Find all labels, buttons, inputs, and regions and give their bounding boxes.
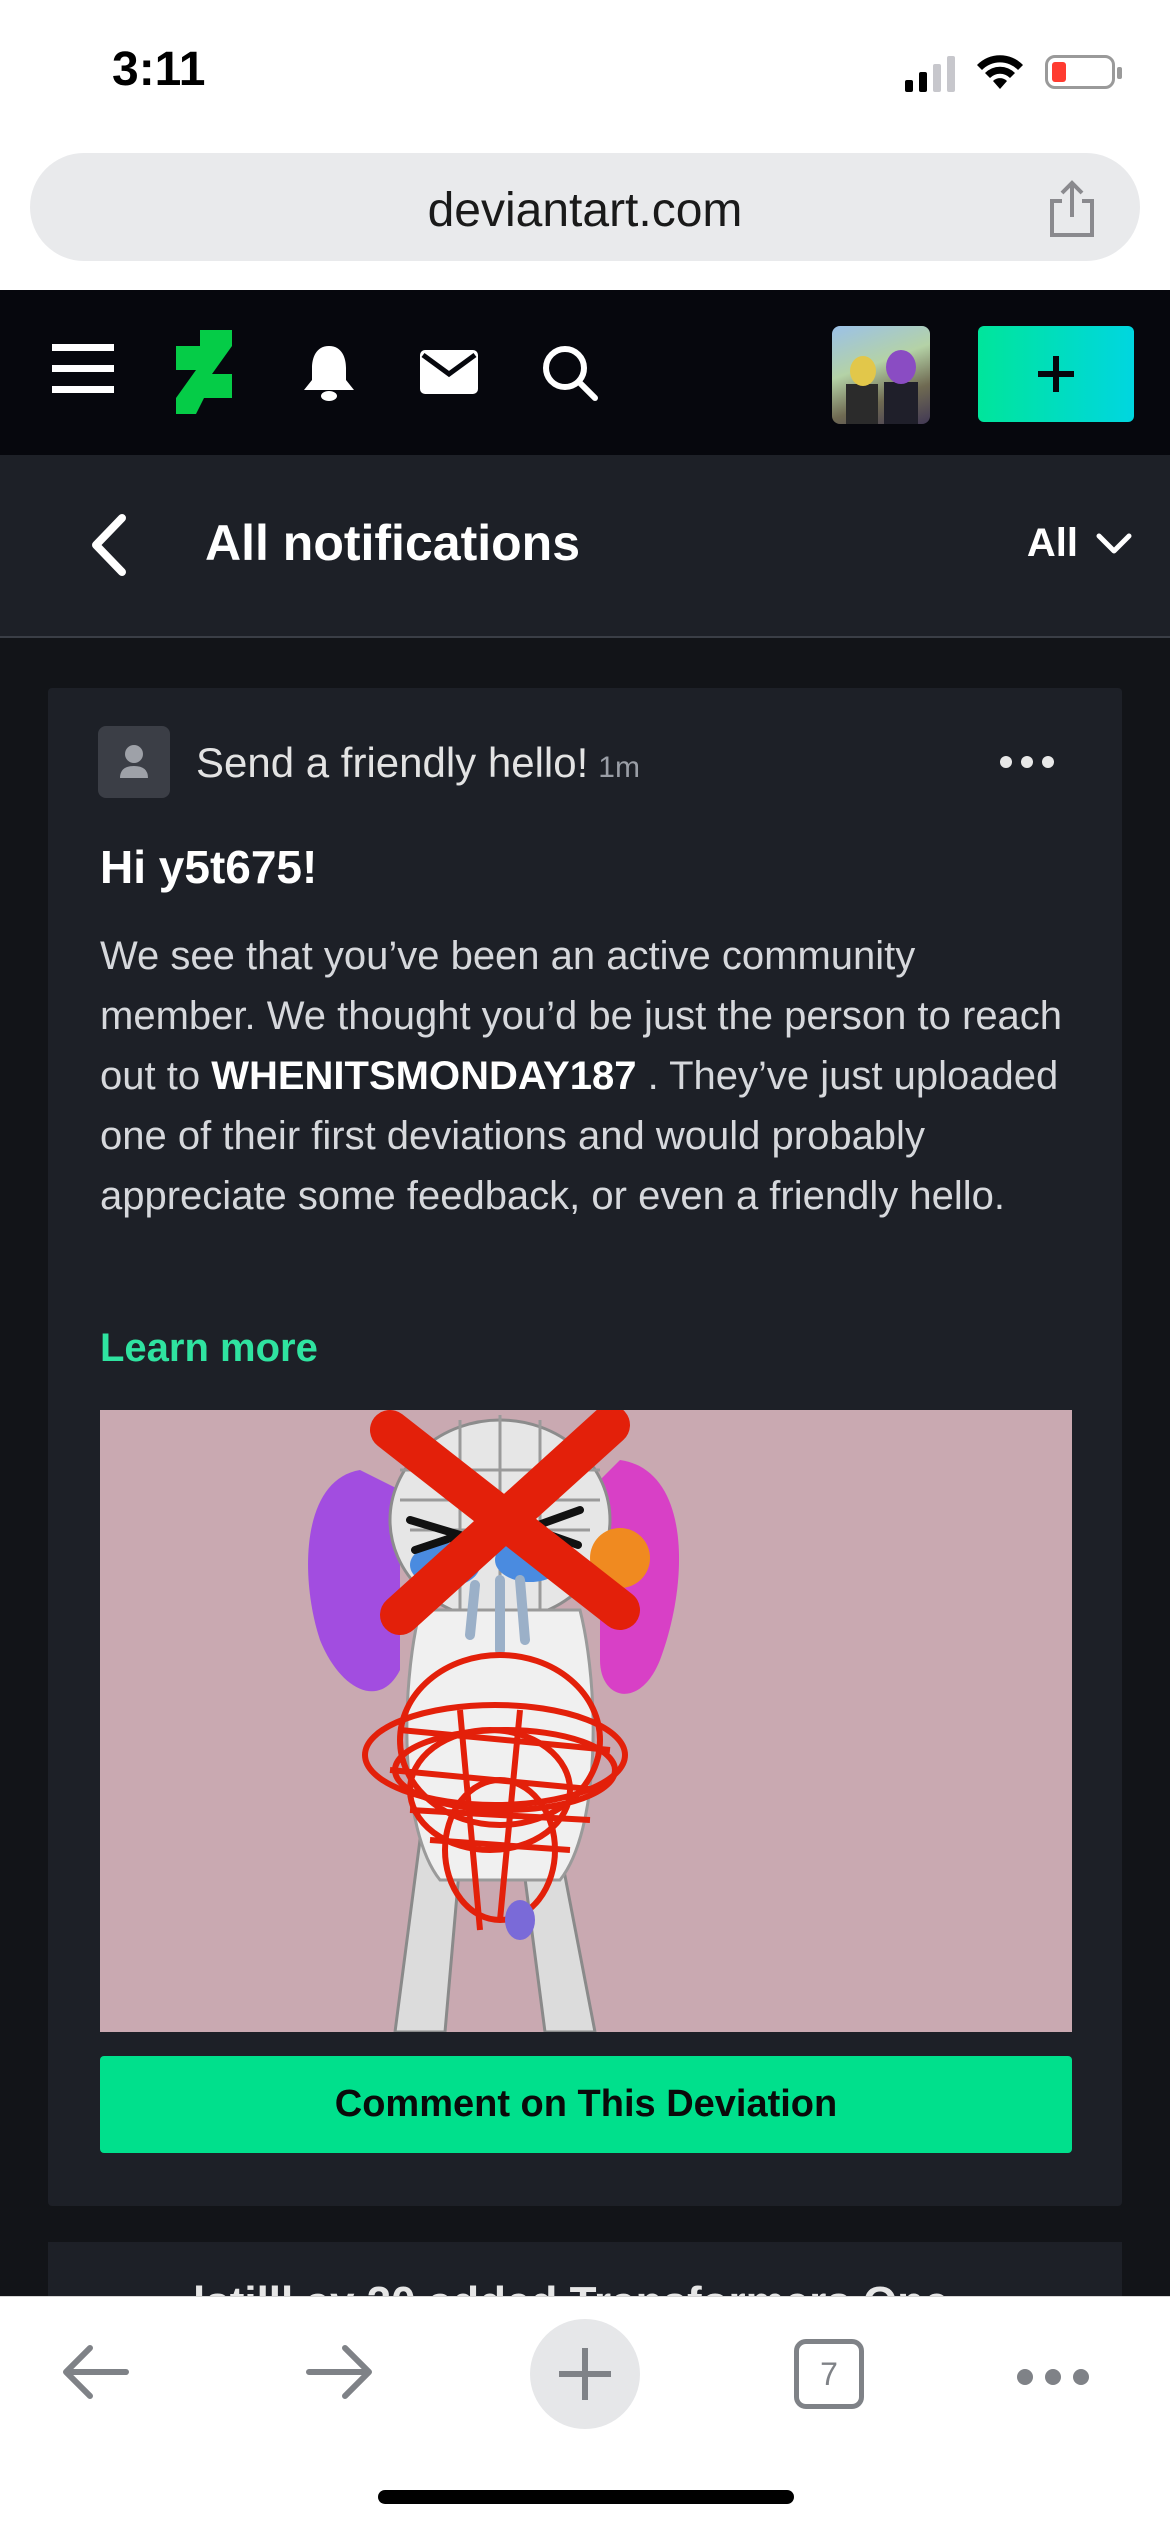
notification-type: Send a friendly hello! 1m	[196, 739, 640, 787]
notification-card: Send a friendly hello! 1m Hi y5t675! We s…	[48, 688, 1122, 2206]
address-bar[interactable]: deviantart.com	[30, 153, 1140, 261]
browser-back-icon[interactable]	[60, 2342, 130, 2402]
menu-icon[interactable]	[52, 342, 114, 396]
browser-address-area: deviantart.com	[0, 145, 1170, 290]
search-icon[interactable]	[540, 343, 600, 403]
home-indicator[interactable]	[378, 2490, 794, 2504]
notification-body: We see that you’ve been an active commun…	[100, 926, 1080, 1226]
cellular-signal-icon	[905, 52, 955, 92]
notification-greeting: Hi y5t675!	[100, 841, 318, 893]
browser-more-button[interactable]	[1017, 2369, 1089, 2385]
back-chevron-icon[interactable]	[82, 510, 142, 580]
plus-icon	[1038, 356, 1074, 392]
deviation-artwork	[100, 1410, 1072, 2032]
default-user-icon	[120, 745, 148, 778]
chevron-down-icon	[1096, 533, 1132, 553]
more-options-button[interactable]	[1000, 756, 1054, 768]
messages-mail-icon[interactable]	[420, 350, 478, 394]
comment-on-deviation-button[interactable]: Comment on This Deviation	[100, 2056, 1072, 2153]
page-title: All notifications	[205, 515, 580, 571]
filter-label: All	[1026, 521, 1078, 565]
learn-more-link[interactable]: Learn more	[100, 1326, 318, 1371]
new-tab-button[interactable]	[530, 2319, 640, 2429]
notification-type-label: Send a friendly hello!	[196, 739, 589, 786]
site-navbar	[0, 290, 1170, 455]
notifications-header: All notifications All	[0, 455, 1170, 638]
create-button[interactable]	[978, 326, 1134, 422]
status-icons	[905, 52, 1122, 92]
battery-icon	[1045, 55, 1122, 89]
browser-forward-icon[interactable]	[305, 2342, 375, 2402]
deviation-thumbnail[interactable]	[100, 1410, 1072, 2032]
notification-filter-dropdown[interactable]: All	[1027, 521, 1132, 566]
status-bar: 3:11	[0, 0, 1170, 145]
user-avatar[interactable]	[832, 326, 930, 424]
body-username[interactable]: WHENITSMONDAY187	[211, 1054, 636, 1098]
deviantart-logo-icon[interactable]	[176, 330, 232, 414]
plus-icon	[559, 2348, 611, 2400]
notification-time: 1m	[598, 751, 640, 784]
notifications-bell-icon[interactable]	[300, 342, 358, 402]
next-notification-card[interactable]: lstilll ay 20 added Transformers One	[48, 2242, 1122, 2302]
status-time: 3:11	[112, 43, 206, 96]
url-text[interactable]: deviantart.com	[30, 183, 1140, 238]
tabs-button[interactable]: 7	[794, 2339, 864, 2409]
wifi-icon	[977, 55, 1023, 89]
share-icon[interactable]	[1044, 179, 1100, 239]
sender-avatar	[98, 726, 170, 798]
